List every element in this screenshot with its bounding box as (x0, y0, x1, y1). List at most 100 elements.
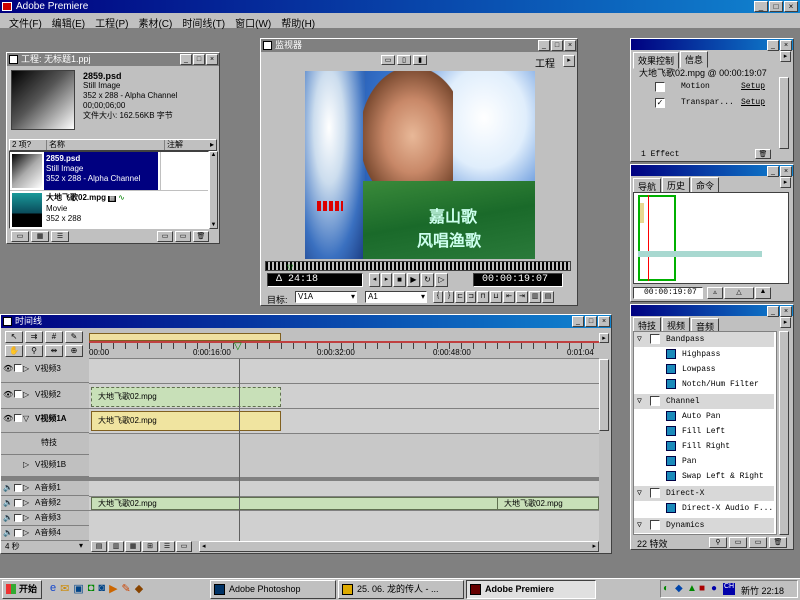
effects-list-close-button[interactable]: × (780, 306, 792, 317)
list-item[interactable]: 大地飞歌02.mpg ▦ ∿ Movie 352 x 288 (10, 190, 208, 228)
navigator-menu-arrow-icon[interactable]: ▸ (780, 177, 791, 188)
playhead-icon[interactable]: ▽ (234, 341, 242, 352)
mark-out-point-icon[interactable]: ⊐ (466, 291, 476, 303)
playhead-marker-icon[interactable]: ▽ (287, 263, 293, 272)
tray-icon-3[interactable]: ▲ (687, 583, 697, 594)
project-title-bar[interactable]: 工程: 无标题1.ppj _ □ × (7, 53, 219, 66)
timeline-maximize-button[interactable]: □ (585, 316, 597, 327)
list-item[interactable]: 2859.psd Still Image 352 x 288 - Alpha C… (10, 152, 208, 190)
navigator-overview[interactable] (633, 192, 789, 284)
timeline-title-bar[interactable]: 时间线 _ □ × (1, 315, 611, 328)
tree-folder-channel[interactable]: ▽ Channel (634, 394, 774, 409)
menu-project[interactable]: 工程(P) (90, 13, 133, 30)
effects-list-title-bar[interactable]: _ × (631, 305, 793, 317)
menu-timeline[interactable]: 时间线(T) (177, 13, 230, 30)
monitor-close-button[interactable]: × (564, 40, 576, 51)
effect-toggle-checkbox[interactable] (655, 82, 665, 92)
project-col-arrow-icon[interactable]: ▸ (210, 140, 214, 150)
effects-close-button[interactable]: × (780, 40, 792, 51)
task-photoshop[interactable]: Adobe Photoshop (210, 580, 336, 599)
insert-icon[interactable]: ▤ (542, 291, 554, 303)
input-method-icon[interactable]: CH (723, 583, 735, 595)
menu-edit[interactable]: 编辑(E) (47, 13, 90, 30)
thumb-view-button[interactable]: ▦ (31, 231, 49, 242)
tree-effect-swap[interactable]: Swap Left & Right (634, 469, 774, 484)
project-maximize-button[interactable]: □ (193, 54, 205, 65)
tree-effect-pan[interactable]: Pan (634, 454, 774, 469)
track-a3[interactable]: 🔊 ▷ A音频3 (1, 511, 89, 526)
zoom-out-icon[interactable]: ▵ (707, 287, 723, 299)
sync-icon[interactable]: ▦ (125, 541, 141, 552)
clip-a2-first[interactable]: 大地飞歌02.mpg (91, 497, 503, 510)
timeline-vscrollbar[interactable] (599, 359, 609, 431)
clip-v2[interactable]: 大地飞歌02.mpg (91, 387, 281, 407)
track-a1[interactable]: 🔊 ▷ A音频1 (1, 481, 89, 496)
effect-setup-link[interactable]: Setup (741, 98, 765, 107)
track-a2[interactable]: 🔊 ▷ A音频2 (1, 496, 89, 511)
link-tool-icon[interactable]: ⊕ (65, 345, 83, 357)
mark-out-icon[interactable]: } (444, 291, 454, 303)
close-button[interactable]: × (784, 1, 798, 12)
bin-button[interactable]: ▭ (157, 231, 173, 242)
zoom-in-icon[interactable]: ▲ (755, 287, 771, 299)
tree-folder-dynamics[interactable]: ▽ Dynamics (634, 518, 774, 533)
app-icon[interactable]: ◆ (135, 582, 143, 595)
snap-icon[interactable]: ▥ (108, 541, 124, 552)
dual-view-icon[interactable]: ▯ (397, 55, 411, 65)
new-folder-icon[interactable]: ▭ (729, 537, 747, 548)
mark-in-point-icon[interactable]: ⊏ (455, 291, 465, 303)
outlook-icon[interactable]: ✉ (60, 582, 69, 595)
ripple-tool-icon[interactable]: ⇹ (45, 345, 63, 357)
desktop-icon[interactable]: ▣ (73, 582, 83, 595)
lift-icon[interactable]: ⊓ (477, 291, 489, 303)
video-target-select[interactable]: V1A ▾ (295, 291, 357, 303)
tree-folder-directx[interactable]: ▽ Direct-X (634, 486, 774, 501)
list-view-button[interactable]: ☰ (51, 231, 69, 242)
track-transition[interactable]: 特技 (1, 433, 89, 455)
navigator-minimize-button[interactable]: _ (767, 166, 779, 177)
minimize-button[interactable]: _ (754, 1, 768, 12)
effects-menu-arrow-icon[interactable]: ▸ (780, 51, 791, 62)
tray-icon-5[interactable]: ● (711, 583, 717, 594)
project-col-notes[interactable]: 注解 (164, 140, 208, 150)
maximize-button[interactable]: □ (769, 1, 783, 12)
tree-folder-bandpass[interactable]: ▽ Bandpass (634, 332, 774, 347)
effects-list-minimize-button[interactable]: _ (767, 306, 779, 317)
menu-help[interactable]: 帮助(H) (276, 13, 320, 30)
tray-icon-4[interactable]: ■ (699, 583, 705, 594)
jog-shuttle-strip[interactable] (265, 261, 571, 271)
tree-effect-directx-audio[interactable]: Direct-X Audio F... (634, 501, 774, 516)
media-icon[interactable]: ◙ (98, 582, 105, 595)
effects-list-scrollbar[interactable] (779, 331, 789, 535)
effects-list-menu-arrow-icon[interactable]: ▸ (780, 317, 791, 328)
play-in-out-icon[interactable]: ▷ (435, 273, 448, 287)
navigator-close-button[interactable]: × (780, 166, 792, 177)
menu-clip[interactable]: 素材(C) (133, 13, 177, 30)
stop-icon[interactable]: ■ (393, 273, 406, 287)
edge-view-icon[interactable]: ⊞ (142, 541, 158, 552)
hand-tool-icon[interactable]: ✋ (5, 345, 23, 357)
new-item-button[interactable]: ▭ (175, 231, 191, 242)
trash-icon[interactable]: 🗑 (755, 149, 771, 159)
effect-row-motion[interactable]: Motion Setup (633, 81, 783, 95)
monitor-workspace-label[interactable]: 工程 (535, 55, 555, 70)
prev-edit-icon[interactable]: ⇤ (503, 291, 515, 303)
tree-effect-lowpass[interactable]: Lowpass (634, 362, 774, 377)
task-premiere[interactable]: Adobe Premiere (466, 580, 596, 599)
overlay-icon[interactable]: ▥ (529, 291, 541, 303)
task-media[interactable]: 25. 06. 龙的传人 - ... (338, 580, 464, 599)
trash-icon[interactable]: 🗑 (193, 231, 209, 242)
work-area-bar[interactable] (89, 333, 281, 341)
loop-icon[interactable]: ↻ (421, 273, 434, 287)
track-options-icon[interactable]: ▤ (91, 541, 107, 552)
start-button[interactable]: 开始 (2, 580, 42, 599)
clip-a2-second[interactable]: 大地飞歌02.mpg (497, 497, 599, 510)
monitor-maximize-button[interactable]: □ (551, 40, 563, 51)
selection-tool-icon[interactable]: ↖ (5, 331, 23, 343)
time-ruler[interactable]: 00:00 0:00:16:00 0:00:32:00 0:00:48:00 0… (89, 343, 599, 359)
step-back-icon[interactable]: ◂ (369, 273, 380, 287)
effects-scrollbar[interactable] (779, 77, 789, 149)
play-icon[interactable]: ▶ (407, 273, 420, 287)
tree-effect-fillright[interactable]: Fill Right (634, 439, 774, 454)
track-v3[interactable]: 👁 ▷ V视频3 (1, 359, 89, 383)
